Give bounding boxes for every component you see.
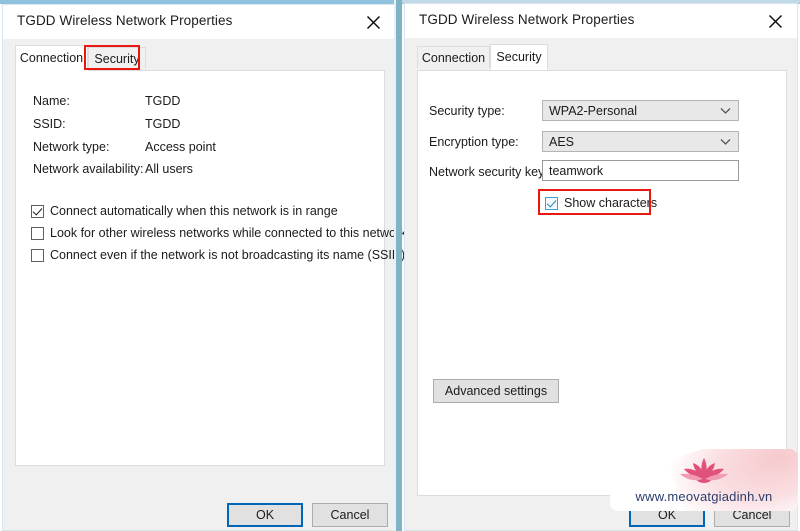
encryption-type-value: AES (549, 134, 575, 149)
close-icon (768, 14, 782, 28)
label-network-security-key: Network security key (429, 165, 545, 179)
tab-security-label: Security (94, 51, 140, 66)
left-close-button[interactable] (351, 5, 395, 39)
field-value-network-availability: All users (145, 162, 193, 176)
network-security-key-value: teamwork (549, 163, 604, 178)
right-titlebar: TGDD Wireless Network Properties (405, 4, 797, 38)
checkbox-show-characters-label: Show characters (564, 196, 658, 210)
tab-security[interactable]: Security (88, 47, 146, 69)
field-label-network-availability: Network availability: (33, 162, 144, 176)
tab-security-label: Security (496, 50, 542, 64)
checkbox-connect-automatically-label: Connect automatically when this network … (50, 204, 338, 218)
checkbox-connect-not-broadcasting-label: Connect even if the network is not broad… (50, 248, 406, 262)
left-cancel-button-label: Cancel (330, 508, 370, 522)
left-content-panel (15, 70, 385, 466)
right-close-button[interactable] (753, 4, 797, 38)
checkbox-look-for-other-networks-box[interactable] (31, 226, 44, 240)
tab-connection[interactable]: Connection (15, 45, 88, 71)
chevron-down-icon (720, 132, 731, 151)
left-network-properties-dialog: TGDD Wireless Network Properties Connect… (2, 4, 406, 531)
site-watermark: www.meovatgiadinh.vn (610, 449, 798, 511)
field-label-name: Name: (33, 94, 70, 108)
left-cancel-button[interactable]: Cancel (312, 503, 388, 527)
tab-connection[interactable]: Connection (417, 46, 490, 68)
tab-connection-label: Connection (19, 51, 84, 65)
left-ok-button[interactable]: OK (227, 503, 303, 527)
advanced-settings-label: Advanced settings (444, 384, 548, 398)
right-window-title: TGDD Wireless Network Properties (419, 12, 635, 27)
left-window-title: TGDD Wireless Network Properties (17, 13, 233, 28)
checkbox-show-characters[interactable]: Show characters (545, 196, 657, 210)
advanced-settings-button[interactable]: Advanced settings (433, 379, 559, 403)
lotus-icon (677, 454, 731, 489)
left-tabstrip: Connection Security (15, 45, 385, 71)
label-encryption-type: Encryption type: (429, 135, 519, 149)
field-value-network-type: Access point (145, 140, 216, 154)
checkbox-look-for-other-networks[interactable]: Look for other wireless networks while c… (31, 226, 406, 240)
close-icon (366, 15, 380, 29)
checkbox-look-for-other-networks-label: Look for other wireless networks while c… (50, 226, 407, 240)
label-security-type: Security type: (429, 104, 505, 118)
field-value-ssid: TGDD (145, 117, 181, 131)
field-label-network-type: Network type: (33, 140, 110, 154)
left-ok-button-label: OK (255, 508, 275, 522)
tab-security[interactable]: Security (490, 44, 548, 70)
chevron-down-icon (720, 101, 731, 120)
left-titlebar: TGDD Wireless Network Properties (3, 5, 395, 39)
encryption-type-dropdown[interactable]: AES (542, 131, 739, 152)
security-type-dropdown[interactable]: WPA2-Personal (542, 100, 739, 121)
field-value-name: TGDD (145, 94, 181, 108)
checkbox-show-characters-box[interactable] (545, 196, 558, 210)
network-security-key-input[interactable]: teamwork (542, 160, 739, 181)
field-label-ssid: SSID: (33, 117, 66, 131)
tab-connection-label: Connection (421, 50, 486, 65)
watermark-text: www.meovatgiadinh.vn (635, 489, 773, 504)
checkbox-connect-not-broadcasting-box[interactable] (31, 248, 44, 262)
panel-divider (396, 0, 402, 531)
checkbox-connect-automatically[interactable]: Connect automatically when this network … (31, 204, 338, 218)
checkbox-connect-automatically-box[interactable] (31, 204, 44, 218)
checkbox-connect-not-broadcasting[interactable]: Connect even if the network is not broad… (31, 248, 405, 262)
right-tabstrip: Connection Security (417, 44, 787, 70)
security-type-value: WPA2-Personal (549, 103, 637, 118)
screenshot-root: TGDD Wireless Network Properties Connect… (0, 0, 800, 531)
